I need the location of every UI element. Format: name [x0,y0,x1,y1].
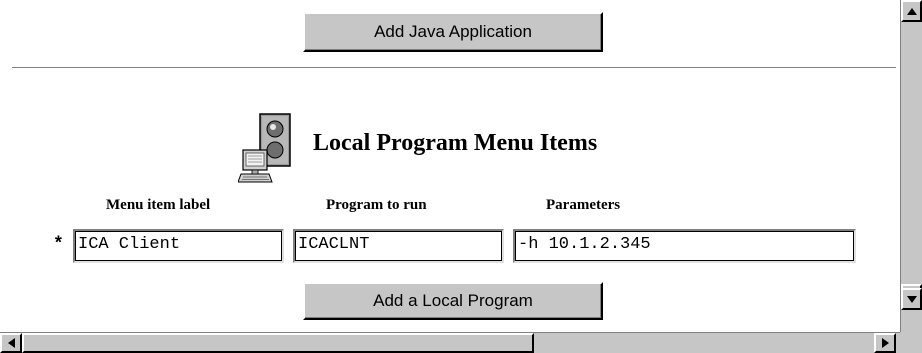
menu-item-label-value: ICA Client [78,235,181,254]
section-title: Local Program Menu Items [313,129,598,156]
program-to-run-value: ICACLNT [298,235,370,254]
add-local-program-label: Add a Local Program [373,291,533,310]
menu-item-label-field[interactable]: ICA Client [73,229,284,263]
required-marker: * [53,235,64,255]
column-header-parameters: Parameters [546,197,621,213]
scrollbar-corner [900,332,922,353]
parameters-value: -h 10.1.2.345 [518,235,651,254]
add-java-application-button[interactable]: Add Java Application [303,12,603,52]
column-header-program-to-run: Program to run [326,197,427,213]
horizontal-scrollbar[interactable] [0,332,900,353]
application-frame: Add Java Application Local Program Menu … [0,0,922,353]
arrow-left-icon [7,338,15,348]
parameters-field[interactable]: -h 10.1.2.345 [513,229,856,263]
scroll-left-button[interactable] [0,333,22,353]
add-java-application-label: Add Java Application [374,22,532,41]
scroll-down-button[interactable] [901,288,922,310]
program-to-run-field[interactable]: ICACLNT [293,229,504,263]
add-local-program-button[interactable]: Add a Local Program [303,282,603,320]
content-pane: Add Java Application Local Program Menu … [0,0,900,332]
scroll-up-button[interactable] [901,0,922,22]
section-heading: Local Program Menu Items [238,112,597,184]
scroll-right-button[interactable] [874,333,896,353]
arrow-right-icon [881,338,889,348]
arrow-down-icon [906,295,917,303]
column-header-menu-item-label: Menu item label [106,197,211,213]
vertical-scrollbar[interactable] [900,0,922,332]
terminal-traffic-light-icon [238,113,291,183]
section-divider [12,67,896,69]
arrow-up-icon [906,7,917,15]
horizontal-scroll-thumb[interactable] [22,333,534,353]
